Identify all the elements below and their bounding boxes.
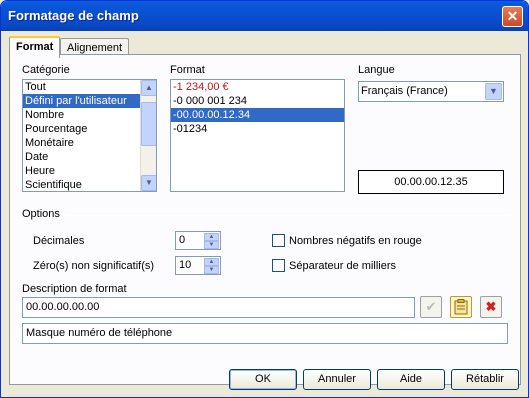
chevron-down-icon[interactable]: ▼: [485, 83, 502, 100]
help-button-label: Aide: [399, 373, 423, 385]
format-comment-field[interactable]: Masque numéro de téléphone: [22, 323, 508, 344]
list-item[interactable]: -0 000 001 234: [171, 94, 344, 108]
list-item[interactable]: Monétaire: [23, 136, 156, 150]
format-preview: 00.00.00.12.35: [358, 170, 504, 194]
format-list[interactable]: -1 234,00 € -0 000 001 234 -00.00.00.12.…: [170, 79, 345, 192]
edit-comment-icon[interactable]: [450, 296, 472, 318]
help-button[interactable]: Aide: [377, 369, 445, 390]
dialog-title: Formatage de champ: [8, 8, 139, 23]
format-code-field[interactable]: 00.00.00.00.00: [22, 297, 415, 318]
thousands-separator-label: Séparateur de milliers: [289, 260, 396, 272]
leading-zeros-value: 10: [179, 259, 192, 271]
checkmark-icon[interactable]: ✔: [420, 296, 442, 318]
cancel-button-label: Annuler: [318, 373, 356, 385]
cancel-button[interactable]: Annuler: [303, 369, 371, 390]
list-item[interactable]: Pourcentage: [23, 122, 156, 136]
category-label: Catégorie: [22, 64, 70, 76]
tab-format[interactable]: Format: [9, 36, 61, 58]
tab-alignement-label: Alignement: [67, 42, 123, 54]
leading-zeros-stepper[interactable]: 10 ▲ ▼: [175, 256, 221, 275]
close-icon[interactable]: ✕: [502, 6, 523, 27]
format-label: Format: [170, 64, 205, 76]
scroll-up-icon[interactable]: ▲: [141, 80, 156, 96]
reset-button-label: Rétablir: [466, 373, 504, 385]
list-item[interactable]: -01234: [171, 122, 344, 136]
spin-up-icon[interactable]: ▲: [204, 258, 219, 266]
list-item[interactable]: Scientifique: [23, 178, 156, 191]
dialog-body: Format Alignement Catégorie Tout Défini …: [4, 31, 525, 395]
language-label: Langue: [358, 64, 395, 76]
ok-button-label: OK: [255, 373, 271, 385]
negative-red-label: Nombres négatifs en rouge: [289, 235, 422, 247]
scroll-down-icon[interactable]: ▼: [141, 175, 156, 191]
tab-panel-format: Catégorie Tout Défini par l'utilisateur …: [9, 54, 521, 385]
decimals-label: Décimales: [33, 235, 85, 247]
options-label: Options: [22, 208, 60, 220]
category-list[interactable]: Tout Défini par l'utilisateur Nombre Pou…: [22, 79, 157, 192]
scroll-thumb[interactable]: [141, 102, 156, 146]
language-select[interactable]: Français (France) ▼: [358, 81, 504, 102]
list-item[interactable]: Tout: [23, 80, 156, 94]
dialog-window: Formatage de champ ✕ Format Alignement C…: [0, 0, 529, 398]
language-value: Français (France): [361, 85, 448, 97]
decimals-value: 0: [179, 234, 186, 246]
preview-value: 00.00.00.12.35: [394, 176, 468, 188]
format-comment-value: Masque numéro de téléphone: [26, 327, 173, 339]
delete-icon[interactable]: ✖: [480, 296, 502, 318]
options-divider: [66, 215, 510, 216]
list-item[interactable]: Heure: [23, 164, 156, 178]
title-bar[interactable]: Formatage de champ ✕: [1, 1, 528, 31]
category-scrollbar[interactable]: ▲ ▼: [140, 80, 156, 191]
leading-zeros-label: Zéro(s) non significatif(s): [33, 260, 155, 272]
reset-button[interactable]: Rétablir: [451, 369, 519, 390]
ok-button[interactable]: OK: [229, 369, 297, 390]
list-item[interactable]: -1 234,00 €: [171, 80, 344, 94]
decimals-stepper[interactable]: 0 ▲ ▼: [175, 231, 221, 250]
tab-alignement[interactable]: Alignement: [60, 38, 130, 55]
spin-down-icon[interactable]: ▼: [204, 266, 219, 274]
list-item[interactable]: Date: [23, 150, 156, 164]
thousands-separator-checkbox[interactable]: [272, 259, 285, 272]
format-code-value: 00.00.00.00.00: [26, 301, 100, 313]
format-code-label: Description de format: [22, 283, 127, 295]
spin-down-icon[interactable]: ▼: [204, 241, 219, 249]
spin-up-icon[interactable]: ▲: [204, 233, 219, 241]
tab-format-label: Format: [16, 41, 54, 53]
list-item[interactable]: -00.00.00.12.34: [171, 108, 344, 122]
negative-red-checkbox[interactable]: [272, 234, 285, 247]
list-item[interactable]: Nombre: [23, 108, 156, 122]
list-item[interactable]: Défini par l'utilisateur: [23, 94, 156, 108]
